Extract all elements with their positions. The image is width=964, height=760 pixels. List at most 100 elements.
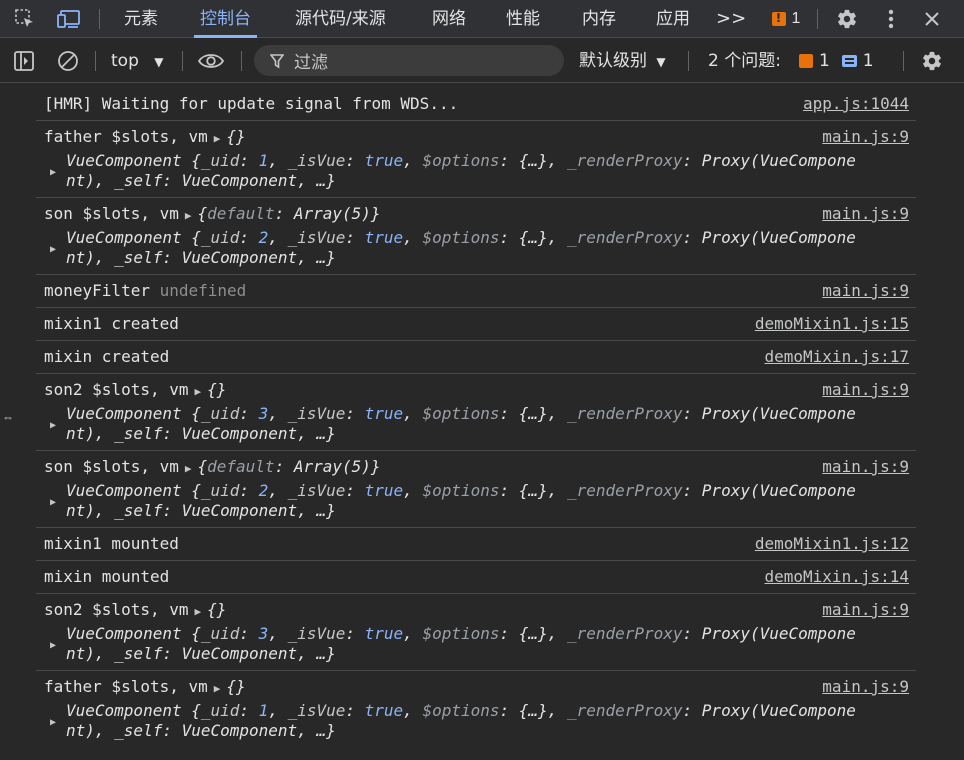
- console-messages: [HMR] Waiting for update signal from WDS…: [36, 88, 916, 747]
- close-icon[interactable]: [917, 0, 947, 38]
- panel-resize-handle-icon[interactable]: ⇔: [2, 410, 14, 424]
- expand-triangle-icon[interactable]: ▶: [214, 682, 221, 695]
- expand-triangle-icon[interactable]: ▶: [50, 713, 56, 733]
- prop-key: _renderProxy: [566, 228, 683, 247]
- prop-key: _isVue: [287, 404, 346, 423]
- prop-value: {…}: [518, 481, 548, 500]
- expand-triangle-icon[interactable]: ▶: [50, 163, 56, 183]
- prop-key: _isVue: [287, 481, 346, 500]
- prop-key: _uid: [200, 151, 240, 170]
- tab-application[interactable]: 应用: [656, 0, 690, 38]
- object-preview-continued: nt), _self: VueComponent, …}: [66, 644, 336, 663]
- brace: {: [191, 701, 201, 720]
- prop-key: _renderProxy: [566, 404, 683, 423]
- source-link[interactable]: demoMixin1.js:15: [755, 314, 909, 334]
- expand-triangle-icon[interactable]: ▶: [214, 132, 221, 145]
- warning-icon: [798, 53, 813, 97]
- object-preview[interactable]: ▶ VueComponent {_uid: 3, _isVue: true, $…: [36, 404, 916, 450]
- prop-value: 1: [258, 701, 269, 720]
- tab-elements[interactable]: 元素: [124, 0, 158, 38]
- prop-value: 3: [258, 404, 269, 423]
- object-preview[interactable]: ▶ VueComponent {_uid: 1, _isVue: true, $…: [36, 151, 916, 197]
- kebab-menu-icon[interactable]: [876, 0, 906, 38]
- console-message: son2 $slots, vm ▶ {} main.js:9 ▶ VueCompon…: [36, 594, 916, 671]
- object-summary[interactable]: {default: Array(5)}: [197, 457, 380, 476]
- prop-value: Proxy(VueCompone: [701, 404, 856, 423]
- expand-triangle-icon[interactable]: ▶: [185, 209, 192, 222]
- object-summary[interactable]: {default: Array(5)}: [197, 204, 380, 223]
- source-link[interactable]: demoMixin.js:14: [765, 567, 910, 587]
- expand-triangle-icon[interactable]: ▶: [50, 493, 56, 513]
- expand-triangle-icon[interactable]: ▶: [195, 605, 202, 618]
- tab-performance[interactable]: 性能: [506, 0, 540, 38]
- object-summary[interactable]: {}: [226, 677, 245, 696]
- sidebar-toggle-icon[interactable]: [10, 39, 38, 83]
- prop-value: Proxy(VueCompone: [701, 624, 856, 643]
- object-preview[interactable]: ▶ VueComponent {_uid: 3, _isVue: true, $…: [36, 624, 916, 670]
- brace: {: [191, 481, 201, 500]
- toolbar-divider: [95, 51, 96, 71]
- prop-value: {…}: [518, 701, 548, 720]
- log-level-dropdown[interactable]: 默认级别 ▼: [579, 39, 666, 83]
- message-text: mixin1 created: [44, 314, 179, 333]
- source-link[interactable]: main.js:9: [822, 677, 909, 697]
- prop-value: true: [364, 404, 404, 423]
- expand-triangle-icon[interactable]: ▶: [50, 240, 56, 260]
- expand-triangle-icon[interactable]: ▶: [50, 416, 56, 436]
- source-link[interactable]: main.js:9: [822, 457, 909, 477]
- issues-counter[interactable]: 1: [766, 0, 806, 38]
- toolbar-divider: [688, 51, 689, 71]
- message-value: undefined: [159, 281, 247, 300]
- devtools-tabbar: 元素 控制台 源代码/来源 网络 性能 内存 应用 >> 1: [0, 0, 964, 38]
- source-link[interactable]: app.js:1044: [803, 94, 909, 114]
- object-preview-continued: nt), _self: VueComponent, …}: [66, 424, 336, 443]
- prop-value: Proxy(VueCompone: [701, 228, 856, 247]
- object-preview[interactable]: ▶ VueComponent {_uid: 1, _isVue: true, $…: [36, 701, 916, 747]
- inspect-element-icon[interactable]: [10, 0, 40, 38]
- expand-triangle-icon[interactable]: ▶: [195, 385, 202, 398]
- object-preview-continued: nt), _self: VueComponent, …}: [66, 721, 336, 740]
- more-tabs-button[interactable]: >>: [716, 0, 746, 38]
- object-preview[interactable]: ▶ VueComponent {_uid: 2, _isVue: true, $…: [36, 481, 916, 527]
- source-link[interactable]: demoMixin1.js:12: [755, 534, 909, 554]
- source-link[interactable]: demoMixin.js:17: [765, 347, 910, 367]
- message-label: son $slots, vm: [44, 204, 179, 223]
- object-class: VueComponent: [66, 404, 182, 423]
- expand-triangle-icon[interactable]: ▶: [50, 636, 56, 656]
- tabbar-divider: [99, 9, 100, 29]
- toolbar-divider: [182, 51, 183, 71]
- tabbar-divider: [817, 9, 818, 29]
- prop-key: _uid: [200, 404, 240, 423]
- source-link[interactable]: main.js:9: [822, 127, 909, 147]
- console-settings-gear-icon[interactable]: [918, 39, 946, 83]
- context-selector[interactable]: top ▼: [111, 39, 164, 83]
- expand-triangle-icon[interactable]: ▶: [185, 462, 192, 475]
- source-link[interactable]: main.js:9: [822, 281, 909, 301]
- settings-gear-icon[interactable]: [832, 0, 862, 38]
- source-link[interactable]: main.js:9: [822, 204, 909, 224]
- issues-button[interactable]: 2 个问题: 1 1: [708, 39, 874, 97]
- tab-console[interactable]: 控制台: [194, 0, 257, 38]
- clear-console-icon[interactable]: [54, 39, 82, 83]
- prop-value: 1: [258, 151, 269, 170]
- source-link[interactable]: main.js:9: [822, 600, 909, 620]
- object-class: VueComponent: [66, 228, 182, 247]
- message-label: son $slots, vm: [44, 457, 179, 476]
- object-summary[interactable]: {}: [207, 600, 226, 619]
- prop-key: $options: [422, 151, 500, 170]
- tab-memory[interactable]: 内存: [582, 0, 616, 38]
- prop-value: true: [364, 624, 404, 643]
- prop-key: $options: [422, 701, 500, 720]
- live-expression-eye-icon[interactable]: [194, 39, 228, 83]
- prop-key: _uid: [200, 481, 240, 500]
- source-link[interactable]: main.js:9: [822, 380, 909, 400]
- dropdown-arrow-icon: ▼: [154, 55, 164, 69]
- object-summary[interactable]: {}: [226, 127, 245, 146]
- tab-sources[interactable]: 源代码/来源: [295, 0, 386, 38]
- device-toolbar-icon[interactable]: [54, 0, 84, 38]
- filter-input[interactable]: 过滤: [254, 45, 564, 76]
- object-preview[interactable]: ▶ VueComponent {_uid: 2, _isVue: true, $…: [36, 228, 916, 274]
- prop-key: _uid: [200, 228, 240, 247]
- object-summary[interactable]: {}: [207, 380, 226, 399]
- tab-network[interactable]: 网络: [432, 0, 466, 38]
